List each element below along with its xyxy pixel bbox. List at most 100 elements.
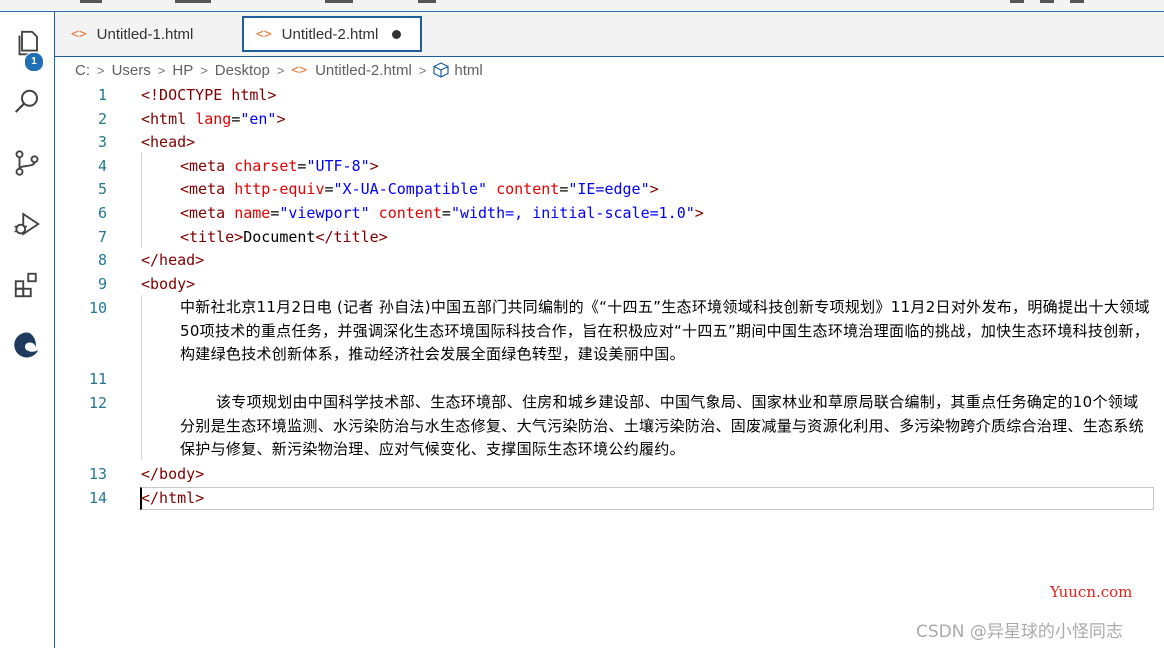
equals: = <box>559 180 569 198</box>
breadcrumb-item[interactable]: C: <box>75 62 90 79</box>
line-number: 2 <box>97 110 107 128</box>
equals: = <box>270 204 280 222</box>
attr: content <box>369 204 442 222</box>
equals: = <box>324 180 334 198</box>
line-number: 12 <box>88 394 107 412</box>
tab-label: Untitled-1.html <box>96 25 194 43</box>
attr: http-equiv <box>234 180 325 198</box>
extensions-button[interactable] <box>0 262 54 308</box>
line-number: 3 <box>97 133 107 151</box>
value: "width=, initial-scale=1.0" <box>450 204 695 222</box>
text: Document <box>243 228 316 246</box>
edge-devtools-button[interactable] <box>0 322 54 368</box>
breadcrumb: C: > Users > HP > Desktop > <> Untitled-… <box>55 57 1164 83</box>
run-debug-button[interactable] <box>0 201 54 247</box>
line-number: 11 <box>88 370 107 388</box>
unsaved-dot-icon[interactable] <box>392 29 402 39</box>
line-number: 1 <box>97 86 107 104</box>
window-control[interactable] <box>1040 0 1054 3</box>
code-editor[interactable]: 1 2 3 4 5 6 7 8 9 10 11 12 13 14 <!DOCTY… <box>55 83 1164 648</box>
extensions-icon <box>14 272 37 298</box>
search-icon <box>14 89 38 113</box>
tab-untitled-1[interactable]: <> Untitled-1.html <box>59 16 237 52</box>
symbol-element-icon <box>433 62 449 78</box>
value: "UTF-8" <box>306 157 370 175</box>
equals: = <box>441 204 451 222</box>
chevron-right-icon: > <box>200 62 208 78</box>
tag: > <box>276 110 286 128</box>
value: "viewport" <box>279 204 370 222</box>
tag: <meta <box>180 180 235 198</box>
tag: <meta <box>180 204 235 222</box>
tab-label: Untitled-2.html <box>281 25 379 43</box>
title-bar <box>0 0 1164 12</box>
chevron-right-icon: > <box>418 62 427 78</box>
tag: > <box>649 180 659 198</box>
source-control-button[interactable] <box>0 140 54 186</box>
line-number: 14 <box>88 489 107 507</box>
line-number: 10 <box>88 299 107 317</box>
watermark-csdn: CSDN @异星球的小怪同志 <box>916 622 1123 642</box>
value: "IE=edge" <box>568 180 650 198</box>
code-line: <head> <box>141 133 196 151</box>
equals: = <box>231 110 241 128</box>
menu-remnant <box>80 0 102 3</box>
line-number: 4 <box>97 157 107 175</box>
tab-bar: <> Untitled-1.html <> Untitled-2.html <box>55 12 1164 57</box>
indent-guide <box>141 295 142 460</box>
search-button[interactable] <box>0 79 54 125</box>
run-debug-icon <box>14 212 40 236</box>
tag: </title> <box>315 228 388 246</box>
window-control[interactable] <box>1070 0 1084 3</box>
line-number: 7 <box>97 228 107 246</box>
line-number: 13 <box>88 465 107 483</box>
code-line: <meta charset="UTF-8"> <box>180 155 379 178</box>
current-line-highlight <box>140 487 1154 510</box>
watermark-site: Yuucn.com <box>1050 583 1133 601</box>
code-line: <body> <box>141 275 196 293</box>
attr: name <box>234 204 271 222</box>
breadcrumb-item[interactable]: Users <box>112 62 151 79</box>
explorer-badge: 1 <box>24 52 44 72</box>
tab-untitled-2[interactable]: <> Untitled-2.html <box>242 16 422 52</box>
tag: <title> <box>180 228 244 246</box>
menu-remnant <box>175 0 211 3</box>
paragraph-text: 中新社北京11月2日电 (记者 孙自法)中国五部门共同编制的《“十四五”生态环境… <box>180 298 1150 363</box>
indent-guide <box>141 153 142 248</box>
menu-remnant <box>325 0 353 3</box>
code-line: <!DOCTYPE html> <box>141 86 277 104</box>
line-number: 8 <box>97 251 107 269</box>
html-file-icon: <> <box>291 62 308 78</box>
attr: lang <box>195 110 232 128</box>
line-number: 9 <box>97 275 107 293</box>
value: "X-UA-Compatible" <box>333 180 488 198</box>
code-line: <meta http-equiv="X-UA-Compatible" conte… <box>180 178 659 201</box>
code-line: <meta name="viewport" content="width=, i… <box>180 202 704 225</box>
code-line: <title>Document</title> <box>180 226 388 249</box>
chevron-right-icon: > <box>276 62 285 78</box>
line-number: 5 <box>97 180 107 198</box>
explorer-button[interactable]: 1 <box>0 20 54 72</box>
tag: > <box>369 157 379 175</box>
code-line: <html lang="en"> <box>141 108 286 131</box>
edge-browser-icon <box>14 332 39 358</box>
window-control[interactable] <box>1010 0 1024 3</box>
chevron-right-icon: > <box>97 62 105 78</box>
html-file-icon: <> <box>256 26 272 42</box>
line-number: 6 <box>97 204 107 222</box>
code-line: </body> <box>141 465 205 483</box>
html-file-icon: <> <box>71 26 87 42</box>
chevron-right-icon: > <box>157 62 166 78</box>
menu-remnant <box>418 0 436 3</box>
value: "en" <box>240 110 277 128</box>
breadcrumb-item[interactable]: HP <box>172 62 193 79</box>
breadcrumb-item[interactable]: Untitled-2.html <box>315 62 412 79</box>
tag: <meta <box>180 157 235 175</box>
activity-bar: 1 <box>0 12 55 648</box>
breadcrumb-item[interactable]: html <box>454 62 482 79</box>
code-line: </html> <box>141 489 205 507</box>
breadcrumb-item[interactable]: Desktop <box>215 62 270 79</box>
attr: content <box>487 180 560 198</box>
code-line: </head> <box>141 251 205 269</box>
paragraph-text: 该专项规划由中国科学技术部、生态环境部、住房和城乡建设部、中国气象局、国家林业和… <box>180 393 1144 458</box>
